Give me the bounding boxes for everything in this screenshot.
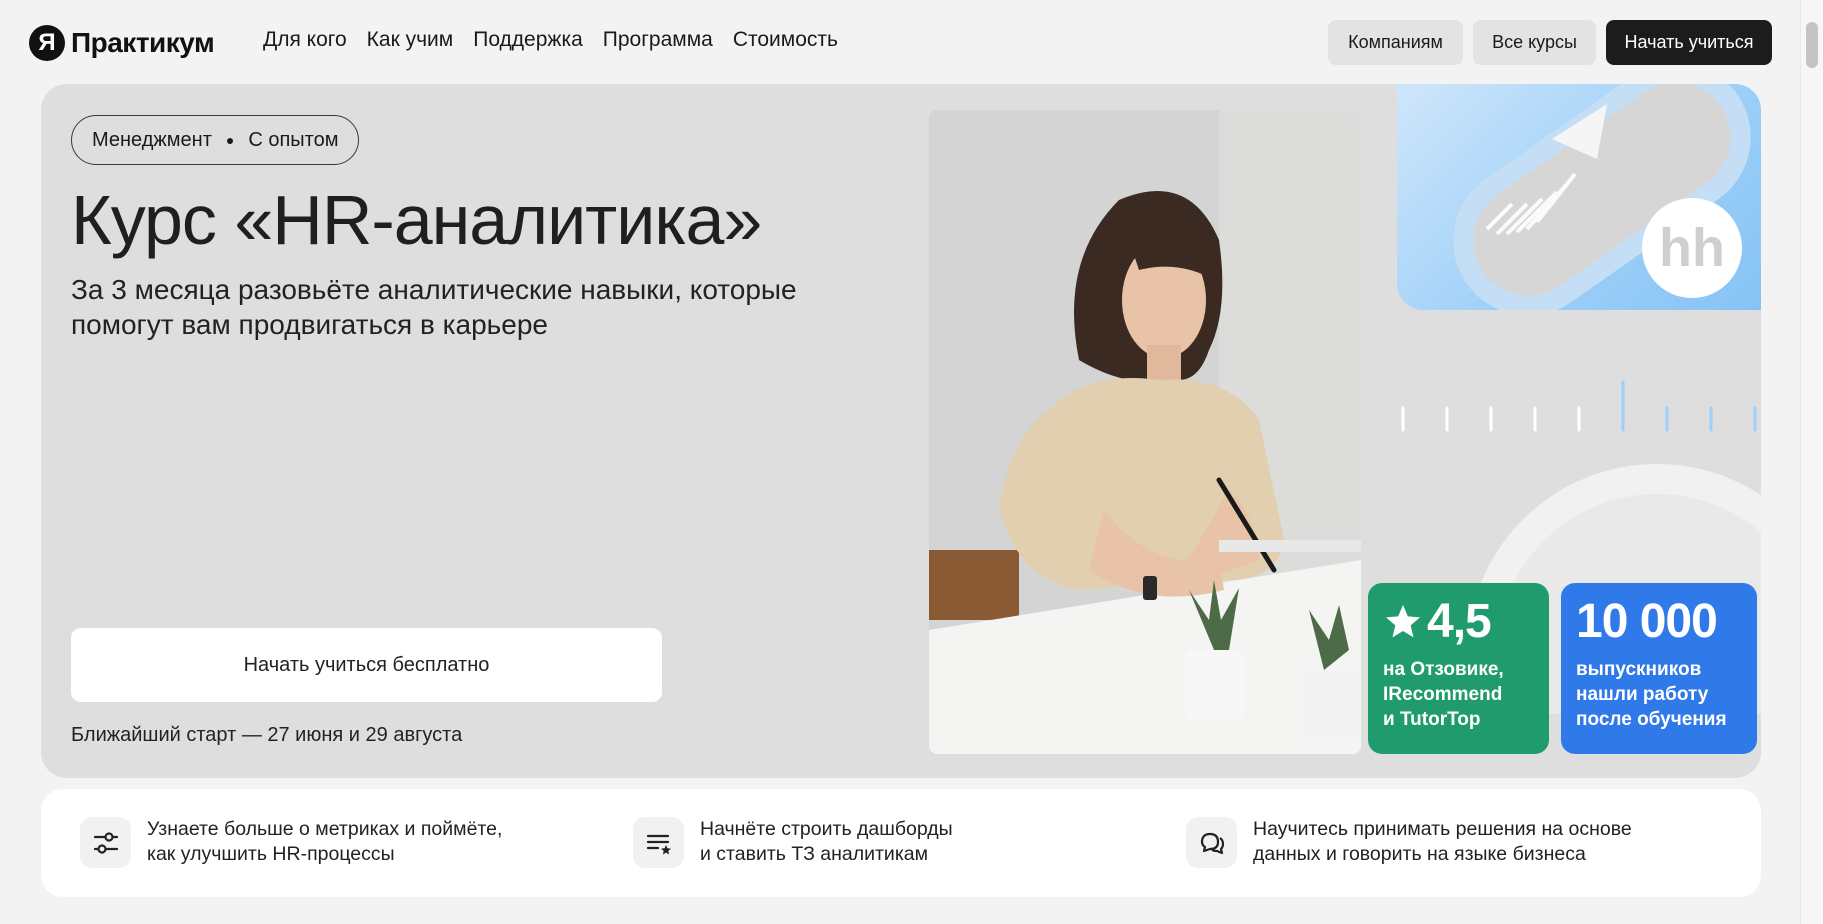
nav-program[interactable]: Программа [603, 28, 713, 52]
all-courses-button[interactable]: Все курсы [1473, 20, 1596, 65]
praktikum-logo[interactable]: Я Практикум [29, 25, 215, 61]
rating-value: 4,5 [1427, 595, 1492, 648]
hero-photo [929, 110, 1361, 754]
feature-3-line-1: Научитесь принимать решения на основе [1253, 818, 1632, 840]
star-icon [1386, 605, 1420, 638]
hh-logo-icon: hh [1642, 198, 1742, 298]
feature-2-line-1: Начнёте строить дашборды [700, 818, 953, 840]
scrollbar[interactable] [1800, 0, 1823, 924]
woman-at-desk-illustration [929, 110, 1361, 754]
feature-1-line-1: Узнаете больше о метриках и поймёте, [147, 818, 503, 840]
rating-badge: 4,5 на Отзовике, IRecommend и TutorTop [1368, 583, 1549, 754]
start-date: Ближайший старт — 27 июня и 29 августа [71, 724, 463, 746]
tag-experienced: С опытом [248, 128, 339, 151]
nav-price[interactable]: Стоимость [733, 28, 838, 52]
nav-how-we-teach[interactable]: Как учим [367, 28, 454, 52]
companies-button[interactable]: Компаниям [1328, 20, 1463, 65]
tag-separator: ● [225, 132, 235, 148]
feature-2-line-2: и ставить ТЗ аналитикам [700, 843, 929, 865]
scrollbar-thumb[interactable] [1806, 22, 1818, 68]
feature-item-metrics: Узнаете больше о метриках и поймёте, как… [80, 817, 502, 868]
start-free-button[interactable]: Начать учиться бесплатно [71, 628, 662, 702]
graduates-badge: 10 000 выпускников нашли работу после об… [1561, 583, 1757, 754]
graduates-value: 10 000 [1576, 595, 1718, 648]
graduates-caption-1: выпускников [1576, 659, 1702, 680]
graduates-caption-2: нашли работу [1576, 684, 1709, 705]
rating-caption-2: IRecommend [1383, 684, 1503, 705]
rating-caption-3: и TutorTop [1383, 709, 1481, 730]
feature-item-dashboards: Начнёте строить дашборды и ставить ТЗ ан… [633, 817, 953, 868]
tag-management: Менеджмент [92, 128, 212, 151]
main-nav: Для кого Как учим Поддержка Программа Ст… [263, 28, 838, 52]
course-tags: Менеджмент ● С опытом [71, 115, 360, 165]
features-strip: Узнаете больше о метриках и поймёте, как… [41, 789, 1761, 897]
feature-3-line-2: данных и говорить на языке бизнеса [1253, 843, 1586, 865]
sliders-icon [80, 817, 131, 868]
feature-1-line-2: как улучшить HR-процессы [147, 843, 395, 865]
logo-text: Практикум [71, 27, 215, 58]
start-learning-button[interactable]: Начать учиться [1606, 20, 1772, 65]
nav-support[interactable]: Поддержка [473, 28, 583, 52]
feature-item-decisions: Научитесь принимать решения на основе да… [1186, 817, 1632, 868]
rating-caption-1: на Отзовике, [1383, 659, 1504, 680]
list-star-icon [633, 817, 684, 868]
chat-bubbles-icon [1186, 817, 1237, 868]
page-title: Курс «HR-аналитика» [71, 181, 762, 259]
hero-section: Менеджмент ● С опытом Курс «HR-аналитика… [41, 84, 1761, 778]
hero-subtitle: За 3 месяца разовьёте аналитические навы… [71, 274, 797, 340]
yandex-logo-icon: Я [29, 25, 65, 61]
graduates-caption-3: после обучения [1576, 709, 1727, 730]
nav-for-whom[interactable]: Для кого [263, 28, 347, 52]
site-header: Я Практикум Для кого Как учим Поддержка … [0, 0, 1800, 84]
